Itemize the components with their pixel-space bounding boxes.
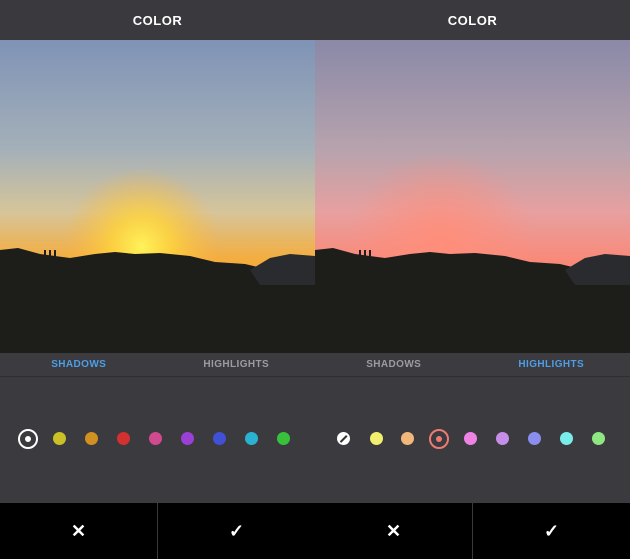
- photo-preview: [0, 40, 315, 353]
- selected-indicator-icon: [436, 436, 442, 442]
- panel-title: COLOR: [0, 0, 315, 40]
- swatch-purple[interactable]: [181, 432, 194, 445]
- swatch-area: [315, 377, 630, 503]
- swatch-orange[interactable]: [401, 432, 414, 445]
- swatch-orange[interactable]: [85, 432, 98, 445]
- confirm-button[interactable]: ✓: [472, 503, 630, 559]
- color-swatches: [0, 429, 315, 449]
- swatch-area: [0, 377, 315, 503]
- swatch-blue[interactable]: [213, 432, 226, 445]
- tab-shadows[interactable]: SHADOWS: [315, 353, 473, 376]
- confirm-button[interactable]: ✓: [157, 503, 315, 559]
- tab-highlights[interactable]: HIGHLIGHTS: [158, 353, 316, 376]
- tab-bar: SHADOWS HIGHLIGHTS: [0, 353, 315, 377]
- swatch-pink[interactable]: [149, 432, 162, 445]
- tab-highlights[interactable]: HIGHLIGHTS: [473, 353, 630, 376]
- swatch-none[interactable]: [337, 432, 350, 445]
- swatch-pink[interactable]: [464, 432, 477, 445]
- swatch-green[interactable]: [592, 432, 605, 445]
- swatch-yellow[interactable]: [370, 432, 383, 445]
- cancel-button[interactable]: ✕: [315, 503, 472, 559]
- swatch-red[interactable]: [117, 432, 130, 445]
- action-bar: ✕ ✓: [0, 503, 315, 559]
- action-bar: ✕ ✓: [315, 503, 630, 559]
- color-swatches: [315, 429, 630, 449]
- panel-title: COLOR: [315, 0, 630, 40]
- tab-bar: SHADOWS HIGHLIGHTS: [315, 353, 630, 377]
- color-panel-highlights: COLOR SHADOWS HIGHLIGHTS ✕ ✓: [315, 0, 630, 559]
- swatch-green[interactable]: [277, 432, 290, 445]
- swatch-none-selected[interactable]: [18, 429, 38, 449]
- swatch-yellow[interactable]: [53, 432, 66, 445]
- swatch-purple[interactable]: [496, 432, 509, 445]
- swatch-red-selected[interactable]: [429, 429, 449, 449]
- color-panel-shadows: COLOR SHADOWS HIGHLIGHTS ✕ ✓: [0, 0, 315, 559]
- photo-preview: [315, 40, 630, 353]
- swatch-cyan[interactable]: [560, 432, 573, 445]
- screens: COLOR SHADOWS HIGHLIGHTS ✕ ✓ COLOR SHADO…: [0, 0, 630, 559]
- selected-indicator-icon: [25, 436, 31, 442]
- slash-icon: [339, 434, 348, 443]
- tab-shadows[interactable]: SHADOWS: [0, 353, 158, 376]
- swatch-blue[interactable]: [528, 432, 541, 445]
- swatch-cyan[interactable]: [245, 432, 258, 445]
- cancel-button[interactable]: ✕: [0, 503, 157, 559]
